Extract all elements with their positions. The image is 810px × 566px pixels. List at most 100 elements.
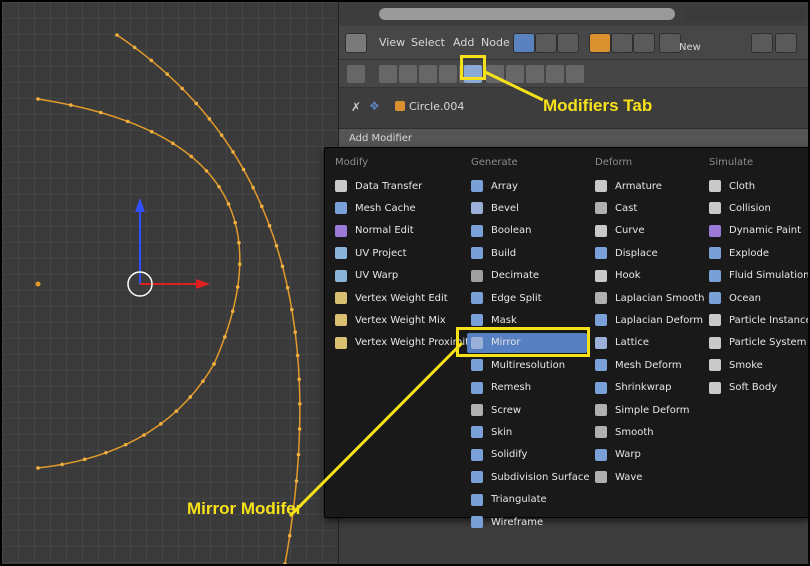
go-parent-icon[interactable]	[775, 33, 797, 53]
warp-icon	[595, 448, 607, 461]
menu-item-boolean[interactable]: Boolean	[467, 221, 587, 241]
menu-item-label: Mesh Cache	[355, 202, 416, 214]
menu-item-shrinkwrap[interactable]: Shrinkwrap	[591, 378, 711, 398]
menu-item-uv-project[interactable]: UV Project	[331, 243, 461, 263]
menu-item-triangulate[interactable]: Triangulate	[467, 490, 587, 510]
tab-physics[interactable]	[566, 65, 584, 83]
tab-particles[interactable]	[546, 65, 564, 83]
menu-item-remesh[interactable]: Remesh	[467, 378, 587, 398]
tab-texture[interactable]	[526, 65, 544, 83]
tab-render[interactable]	[347, 65, 365, 83]
menu-item-mesh-cache[interactable]: Mesh Cache	[331, 198, 461, 218]
top-scrollbar[interactable]	[379, 8, 675, 20]
inner-arc-vertex	[68, 103, 73, 107]
render-layer-icon[interactable]	[659, 33, 681, 53]
pin-icon[interactable]	[751, 33, 773, 53]
menu-item-dynamic-paint[interactable]: Dynamic Paint	[705, 221, 808, 241]
skin-icon	[471, 426, 483, 439]
menu-item-solidify[interactable]: Solidify	[467, 445, 587, 465]
menu-item-mesh-deform[interactable]: Mesh Deform	[591, 355, 711, 375]
new-material-field[interactable]: New	[679, 35, 735, 53]
menu-item-array[interactable]: Array	[467, 176, 587, 196]
texture-type-icon[interactable]	[535, 33, 557, 53]
pin-context-icon[interactable]: ✗	[351, 100, 361, 114]
triangulate-icon	[471, 493, 483, 506]
menu-item-multiresolution[interactable]: Multiresolution	[467, 355, 587, 375]
menu-item-laplacian-smooth[interactable]: Laplacian Smooth	[591, 288, 711, 308]
menu-item-screw[interactable]: Screw	[467, 400, 587, 420]
menu-item-uv-warp[interactable]: UV Warp	[331, 266, 461, 286]
menu-item-particle-instance[interactable]: Particle Instance	[705, 310, 810, 330]
menu-item-label: Multiresolution	[491, 359, 566, 371]
menu-item-armature[interactable]: Armature	[591, 176, 711, 196]
menu-item-explode[interactable]: Explode	[705, 243, 808, 263]
tab-material[interactable]	[506, 65, 524, 83]
menu-item-warp[interactable]: Warp	[591, 445, 711, 465]
menu-item-displace[interactable]: Displace	[591, 243, 711, 263]
menu-item-skin[interactable]: Skin	[467, 422, 587, 442]
menu-item-particle-system[interactable]: Particle System	[705, 333, 808, 353]
shader-type-icon[interactable]	[513, 33, 535, 53]
menu-item-vertex-weight-edit[interactable]: Vertex Weight Edit	[331, 288, 461, 308]
tab-world[interactable]	[419, 65, 437, 83]
object-shader-icon[interactable]	[589, 33, 611, 53]
menu-item-collision[interactable]: Collision	[705, 198, 808, 218]
menu-item-cast[interactable]: Cast	[591, 198, 711, 218]
menu-item-ocean[interactable]: Ocean	[705, 288, 808, 308]
menu-item-curve[interactable]: Curve	[591, 221, 711, 241]
menu-item-decimate[interactable]: Decimate	[467, 266, 587, 286]
cloth-icon	[709, 180, 721, 192]
tab-data[interactable]	[486, 65, 504, 83]
outer-arc-vertex	[297, 427, 302, 431]
menu-item-data-transfer[interactable]: Data Transfer	[331, 176, 461, 196]
fluid-simulation-icon	[709, 269, 721, 282]
compositing-type-icon[interactable]	[557, 33, 579, 53]
inner-arc-vertex	[217, 184, 221, 189]
menu-item-bevel[interactable]: Bevel	[467, 198, 587, 218]
menu-item-build[interactable]: Build	[467, 243, 587, 263]
menu-item-simple-deform[interactable]: Simple Deform	[591, 400, 711, 420]
menu-item-subdivision-surface[interactable]: Subdivision Surface	[467, 467, 590, 487]
menu-item-vertex-weight-proximity[interactable]: Vertex Weight Proximity	[331, 333, 475, 353]
mesh-cache-icon	[335, 202, 347, 215]
outer-arc-vertex	[219, 133, 224, 137]
menu-item-label: Ocean	[729, 292, 761, 304]
menu-add[interactable]: Add	[453, 36, 474, 49]
menu-item-hook[interactable]: Hook	[591, 266, 711, 286]
world-shader-icon[interactable]	[611, 33, 633, 53]
tab-object[interactable]	[439, 65, 457, 83]
menu-item-label: Normal Edit	[355, 225, 414, 237]
menu-item-laplacian-deform[interactable]: Laplacian Deform	[591, 310, 711, 330]
decimate-icon	[471, 269, 483, 282]
menu-node[interactable]: Node	[481, 36, 510, 49]
outer-arc-vertex	[132, 45, 137, 50]
menu-item-vertex-weight-mix[interactable]: Vertex Weight Mix	[331, 310, 461, 330]
outer-arc-vertex	[285, 285, 290, 290]
menu-item-fluid-simulation[interactable]: Fluid Simulation	[705, 266, 808, 286]
wireframe-icon	[471, 516, 483, 528]
menu-item-edge-split[interactable]: Edge Split	[467, 288, 587, 308]
menu-view[interactable]: View	[379, 36, 405, 49]
tab-scene[interactable]	[399, 65, 417, 83]
menu-item-label: Particle Instance	[729, 314, 810, 326]
menu-item-cloth[interactable]: Cloth	[705, 176, 808, 196]
outer-arc-vertex	[296, 452, 301, 457]
line-style-icon[interactable]	[633, 33, 655, 53]
editor-type-icon[interactable]	[345, 33, 367, 53]
menu-item-label: Smooth	[615, 426, 654, 438]
data-transfer-icon	[335, 180, 347, 192]
tab-render-layers[interactable]	[379, 65, 397, 83]
screenshot-frame: View Select Add Node New ✗ ❖ Circle.004 …	[0, 0, 810, 566]
3d-viewport[interactable]	[2, 2, 338, 564]
menu-item-wave[interactable]: Wave	[591, 467, 711, 487]
menu-heading-generate: Generate	[471, 157, 518, 168]
menu-item-smoke[interactable]: Smoke	[705, 355, 808, 375]
outer-arc-vertex	[290, 307, 294, 312]
menu-item-soft-body[interactable]: Soft Body	[705, 378, 808, 398]
menu-item-lattice[interactable]: Lattice	[591, 333, 711, 353]
menu-select[interactable]: Select	[411, 36, 445, 49]
menu-item-wireframe[interactable]: Wireframe	[467, 512, 587, 532]
curve-icon	[595, 224, 607, 237]
menu-item-normal-edit[interactable]: Normal Edit	[331, 221, 461, 241]
menu-item-smooth[interactable]: Smooth	[591, 422, 711, 442]
